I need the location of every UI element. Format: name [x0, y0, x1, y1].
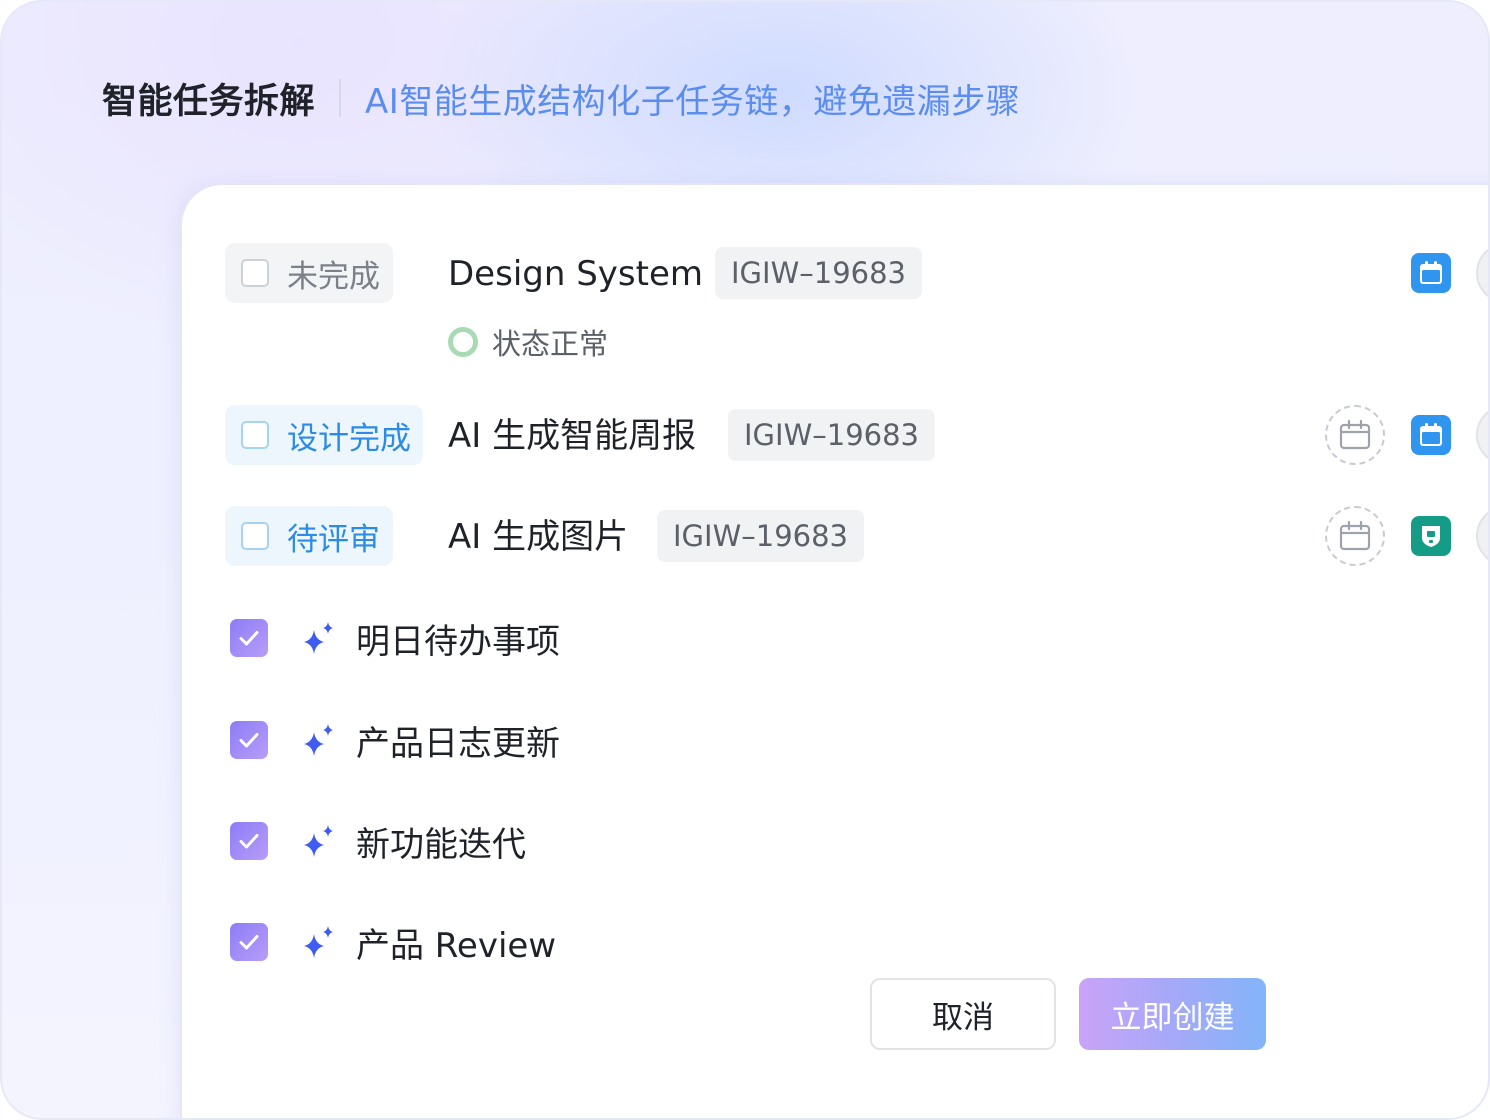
- subtask-label: 新功能迭代: [356, 824, 526, 865]
- subtask-item: 新功能迭代: [230, 816, 526, 866]
- task-id-tag: IGIW–19683: [715, 247, 923, 299]
- check-icon: [239, 733, 259, 748]
- cancel-button[interactable]: 取消: [870, 978, 1056, 1050]
- task-title: AI 生成图片: [448, 517, 629, 557]
- panel-frame: 智能任务拆解 AI智能生成结构化子任务链，避免遗漏步骤 未完成 Design S…: [0, 0, 1490, 1120]
- assignee-avatar[interactable]: [1476, 405, 1488, 465]
- subtask-label: 明日待办事项: [356, 621, 560, 662]
- subtask-item: 产品 Review: [230, 917, 556, 967]
- check-icon: [239, 935, 259, 950]
- subtask-checkbox[interactable]: [230, 721, 268, 759]
- badge-app-icon[interactable]: [1411, 516, 1451, 556]
- create-now-button[interactable]: 立即创建: [1079, 978, 1266, 1050]
- header-divider: [339, 79, 342, 117]
- calendar-outline-icon: [1339, 520, 1371, 551]
- status-checkbox[interactable]: [241, 259, 269, 287]
- sparkle-icon: [304, 622, 333, 654]
- subtask-label: 产品 Review: [356, 925, 557, 966]
- status-dropdown[interactable]: 设计完成: [225, 405, 423, 465]
- task-row: 未完成 Design System IGIW–19683 状态正常: [182, 243, 1488, 361]
- status-label: 待评审: [287, 521, 380, 558]
- subtask-label: 产品日志更新: [356, 723, 560, 764]
- status-checkbox[interactable]: [241, 421, 269, 449]
- calendar-app-icon[interactable]: [1411, 415, 1451, 455]
- task-row: 待评审 AI 生成图片 IGIW–19683: [182, 506, 1488, 568]
- header: 智能任务拆解 AI智能生成结构化子任务链，避免遗漏步骤: [102, 70, 1020, 126]
- calendar-outline-icon: [1339, 419, 1371, 450]
- set-date-button[interactable]: [1325, 506, 1385, 566]
- check-icon: [239, 631, 259, 646]
- check-icon: [239, 834, 259, 849]
- subtask-checkbox[interactable]: [230, 619, 268, 657]
- task-row: 设计完成 AI 生成智能周报 IGIW–19683: [182, 405, 1488, 467]
- set-date-button[interactable]: [1325, 405, 1385, 465]
- status-text: 状态正常: [492, 327, 609, 361]
- task-title: AI 生成智能周报: [448, 416, 697, 456]
- subtask-checkbox[interactable]: [230, 923, 268, 961]
- sparkle-icon: [304, 926, 333, 958]
- status-dropdown[interactable]: 未完成: [225, 243, 393, 303]
- status-indicator: 状态正常: [448, 321, 608, 363]
- sparkle-icon: [304, 825, 333, 857]
- task-title: Design System: [448, 254, 703, 294]
- subtask-item: 明日待办事项: [230, 613, 560, 663]
- subtask-item: 产品日志更新: [230, 715, 560, 765]
- assignee-avatar[interactable]: [1476, 243, 1488, 303]
- task-card: 未完成 Design System IGIW–19683 状态正常 设计完成 A…: [182, 185, 1488, 1118]
- status-dropdown[interactable]: 待评审: [225, 506, 393, 566]
- page-subtitle: AI智能生成结构化子任务链，避免遗漏步骤: [365, 81, 1021, 122]
- assignee-avatar[interactable]: [1476, 506, 1488, 566]
- calendar-app-icon[interactable]: [1411, 253, 1451, 293]
- task-id-tag: IGIW–19683: [657, 510, 865, 562]
- page-title: 智能任务拆解: [102, 81, 316, 122]
- subtask-checkbox[interactable]: [230, 822, 268, 860]
- status-label: 设计完成: [287, 420, 411, 457]
- status-label: 未完成: [287, 258, 380, 295]
- sparkle-icon: [304, 724, 333, 756]
- status-checkbox[interactable]: [241, 522, 269, 550]
- status-ok-icon: [448, 327, 478, 357]
- task-id-tag: IGIW–19683: [728, 409, 936, 461]
